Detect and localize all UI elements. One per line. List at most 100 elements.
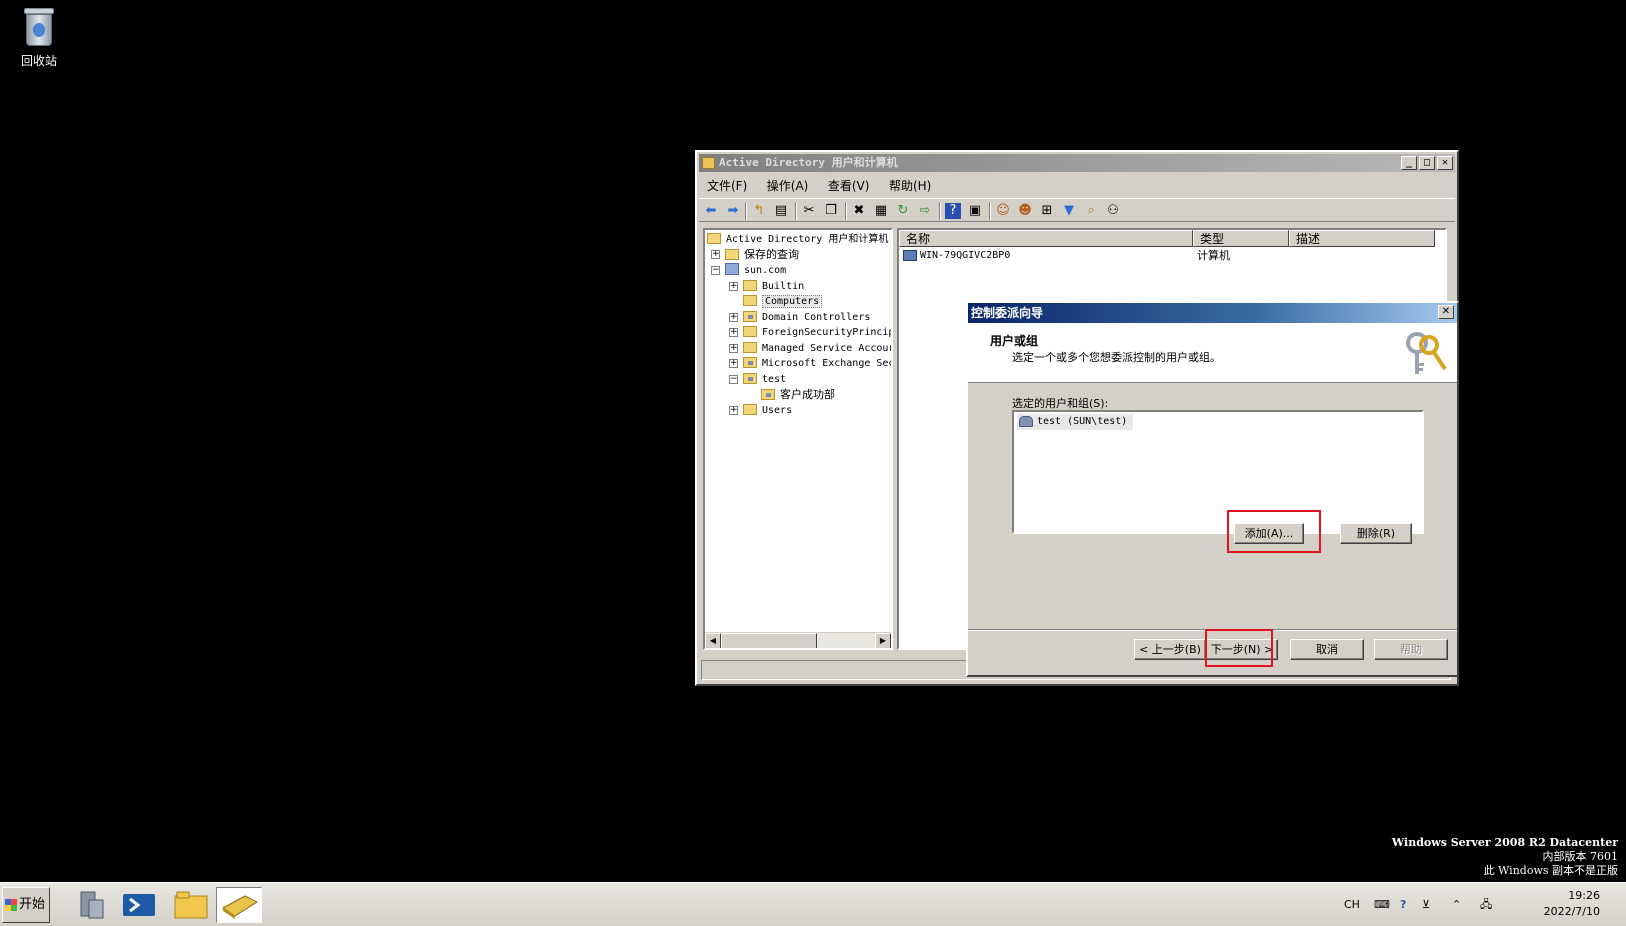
aduc-titlebar[interactable]: Active Directory 用户和计算机 _ □ ✕: [699, 154, 1455, 172]
scroll-left-icon[interactable]: ◀: [705, 633, 721, 648]
taskbar-powershell[interactable]: [116, 887, 162, 923]
tree-item-exchange[interactable]: Microsoft Exchange Sec: [743, 356, 891, 372]
taskbar-aduc[interactable]: [216, 887, 262, 923]
help-tray-icon[interactable]: ?: [1400, 887, 1406, 923]
scroll-right-icon[interactable]: ▶: [875, 633, 891, 648]
tree-saved-queries[interactable]: 保存的查询: [725, 247, 799, 263]
tree-domain[interactable]: sun.com: [725, 263, 786, 279]
aduc-window-title: Active Directory 用户和计算机: [719, 156, 898, 169]
view-icon[interactable]: ▣: [967, 203, 983, 219]
row-type: 计算机: [1197, 249, 1230, 262]
expand-icon[interactable]: +: [729, 359, 738, 368]
expand-icon[interactable]: +: [729, 313, 738, 322]
recycle-bin-label: 回收站: [20, 54, 57, 68]
wizard-header: 用户或组 选定一个或多个您想委派控制的用户或组。: [968, 323, 1457, 383]
language-indicator[interactable]: CH: [1344, 887, 1360, 923]
domain-icon: [725, 263, 739, 275]
taskbar: 开始 CH ⌨ ? ⊻ ⌃ 🖧 19:26 2022/7/10: [0, 882, 1626, 926]
wizard-title: 控制委派向导: [971, 306, 1044, 320]
menu-file[interactable]: 文件(F): [699, 174, 755, 197]
expand-icon[interactable]: +: [711, 250, 720, 259]
start-button[interactable]: 开始: [2, 887, 50, 923]
properties-icon[interactable]: ▦: [873, 203, 889, 219]
new-group-icon[interactable]: ☻: [1017, 203, 1033, 219]
ou-icon: [743, 310, 757, 322]
console-tree[interactable]: Active Directory 用户和计算机 + 保存的查询 − sun.co…: [703, 228, 893, 650]
tree-item-customer-success[interactable]: 客户成功部: [761, 387, 835, 403]
menu-help[interactable]: 帮助(H): [881, 174, 939, 197]
user-group-icon: [1019, 415, 1033, 427]
wizard-titlebar[interactable]: 控制委派向导 ✕: [968, 303, 1457, 323]
show-hidden-icons[interactable]: ⌃: [1452, 887, 1461, 923]
delegation-wizard-dialog: 控制委派向导 ✕ 用户或组 选定一个或多个您想委派控制的用户或组。 选定的用户和…: [966, 301, 1459, 677]
os-edition: Windows Server 2008 R2 Datacenter: [1391, 836, 1618, 849]
tree-item-domain-controllers[interactable]: Domain Controllers: [743, 310, 870, 326]
taskbar-explorer[interactable]: [168, 887, 214, 923]
back-icon[interactable]: ⬅: [703, 203, 719, 219]
network-icon[interactable]: 🖧: [1480, 887, 1492, 923]
taskbar-server-manager[interactable]: [68, 887, 114, 923]
row-name: WIN-79QGIVC2BP0: [920, 250, 1011, 261]
copy-icon[interactable]: ❐: [823, 203, 839, 219]
computer-icon: [903, 249, 917, 261]
server-manager-icon: [80, 891, 104, 919]
keyboard-icon[interactable]: ⌨: [1374, 887, 1390, 923]
expand-icon[interactable]: +: [729, 344, 738, 353]
collapse-icon[interactable]: −: [711, 266, 720, 275]
forward-icon[interactable]: ➡: [725, 203, 741, 219]
menu-action[interactable]: 操作(A): [759, 174, 817, 197]
tree-horizontal-scrollbar[interactable]: ◀ ▶: [705, 632, 891, 648]
new-ou-icon[interactable]: ⊞: [1039, 203, 1055, 219]
list-item[interactable]: test (SUN\test): [1017, 414, 1134, 430]
folder-icon: [743, 294, 757, 306]
add-to-group-icon[interactable]: ⚇: [1105, 203, 1121, 219]
clock-date: 2022/7/10: [1543, 905, 1600, 918]
close-button[interactable]: ✕: [1437, 156, 1453, 170]
refresh-icon[interactable]: ↻: [895, 203, 911, 219]
menu-view[interactable]: 查看(V): [820, 174, 878, 197]
expand-icon[interactable]: +: [729, 328, 738, 337]
tree-item-managed-service[interactable]: Managed Service Accour: [743, 341, 891, 357]
column-header-description[interactable]: 描述: [1289, 230, 1435, 247]
selected-users-label: 选定的用户和组(S):: [1012, 397, 1109, 410]
os-edition-watermark: Windows Server 2008 R2 Datacenter 内部版本 7…: [1392, 836, 1618, 878]
maximize-button[interactable]: □: [1419, 156, 1435, 170]
list-row[interactable]: WIN-79QGIVC2BP0: [903, 248, 1010, 264]
new-user-icon[interactable]: ☺: [995, 203, 1011, 219]
folder-icon: [707, 232, 721, 244]
folder-icon: [743, 325, 757, 337]
tree-root[interactable]: Active Directory 用户和计算机: [707, 232, 888, 248]
help-button[interactable]: 帮助: [1374, 639, 1448, 660]
tree-item-builtin[interactable]: Builtin: [743, 279, 804, 295]
find-icon[interactable]: ⌕: [1083, 203, 1099, 219]
filter-icon[interactable]: ▼: [1061, 203, 1077, 219]
options-icon[interactable]: ⊻: [1422, 887, 1430, 923]
column-header-type[interactable]: 类型: [1193, 230, 1289, 247]
up-icon[interactable]: ↰: [751, 203, 767, 219]
tree-item-foreign-security[interactable]: ForeignSecurityPrincip: [743, 325, 891, 341]
collapse-icon[interactable]: −: [729, 375, 738, 384]
selected-users-list[interactable]: test (SUN\test): [1012, 410, 1424, 534]
recycle-bin-icon: [21, 6, 57, 48]
remove-button[interactable]: 删除(R): [1340, 523, 1412, 544]
help-icon[interactable]: ?: [945, 203, 961, 219]
tree-item-computers[interactable]: Computers: [743, 294, 823, 310]
column-header-name[interactable]: 名称: [899, 230, 1193, 247]
recycle-bin[interactable]: 回收站: [10, 6, 68, 69]
minimize-button[interactable]: _: [1401, 156, 1417, 170]
back-button[interactable]: < 上一步(B): [1134, 639, 1206, 660]
highlight-box-next: [1205, 629, 1273, 667]
expand-icon[interactable]: +: [729, 406, 738, 415]
tree-item-users[interactable]: Users: [743, 403, 792, 419]
ou-icon: [761, 388, 775, 400]
cancel-button[interactable]: 取消: [1290, 639, 1364, 660]
delete-icon[interactable]: ✖: [851, 203, 867, 219]
tree-item-test[interactable]: test: [743, 372, 786, 388]
show-hide-console-tree-icon[interactable]: ▤: [773, 203, 789, 219]
export-list-icon[interactable]: ⇨: [917, 203, 933, 219]
scroll-thumb[interactable]: [721, 633, 817, 648]
expand-icon[interactable]: +: [729, 282, 738, 291]
cut-icon[interactable]: ✂: [801, 203, 817, 219]
wizard-close-button[interactable]: ✕: [1438, 305, 1454, 319]
clock[interactable]: 19:26 2022/7/10: [1544, 888, 1600, 920]
